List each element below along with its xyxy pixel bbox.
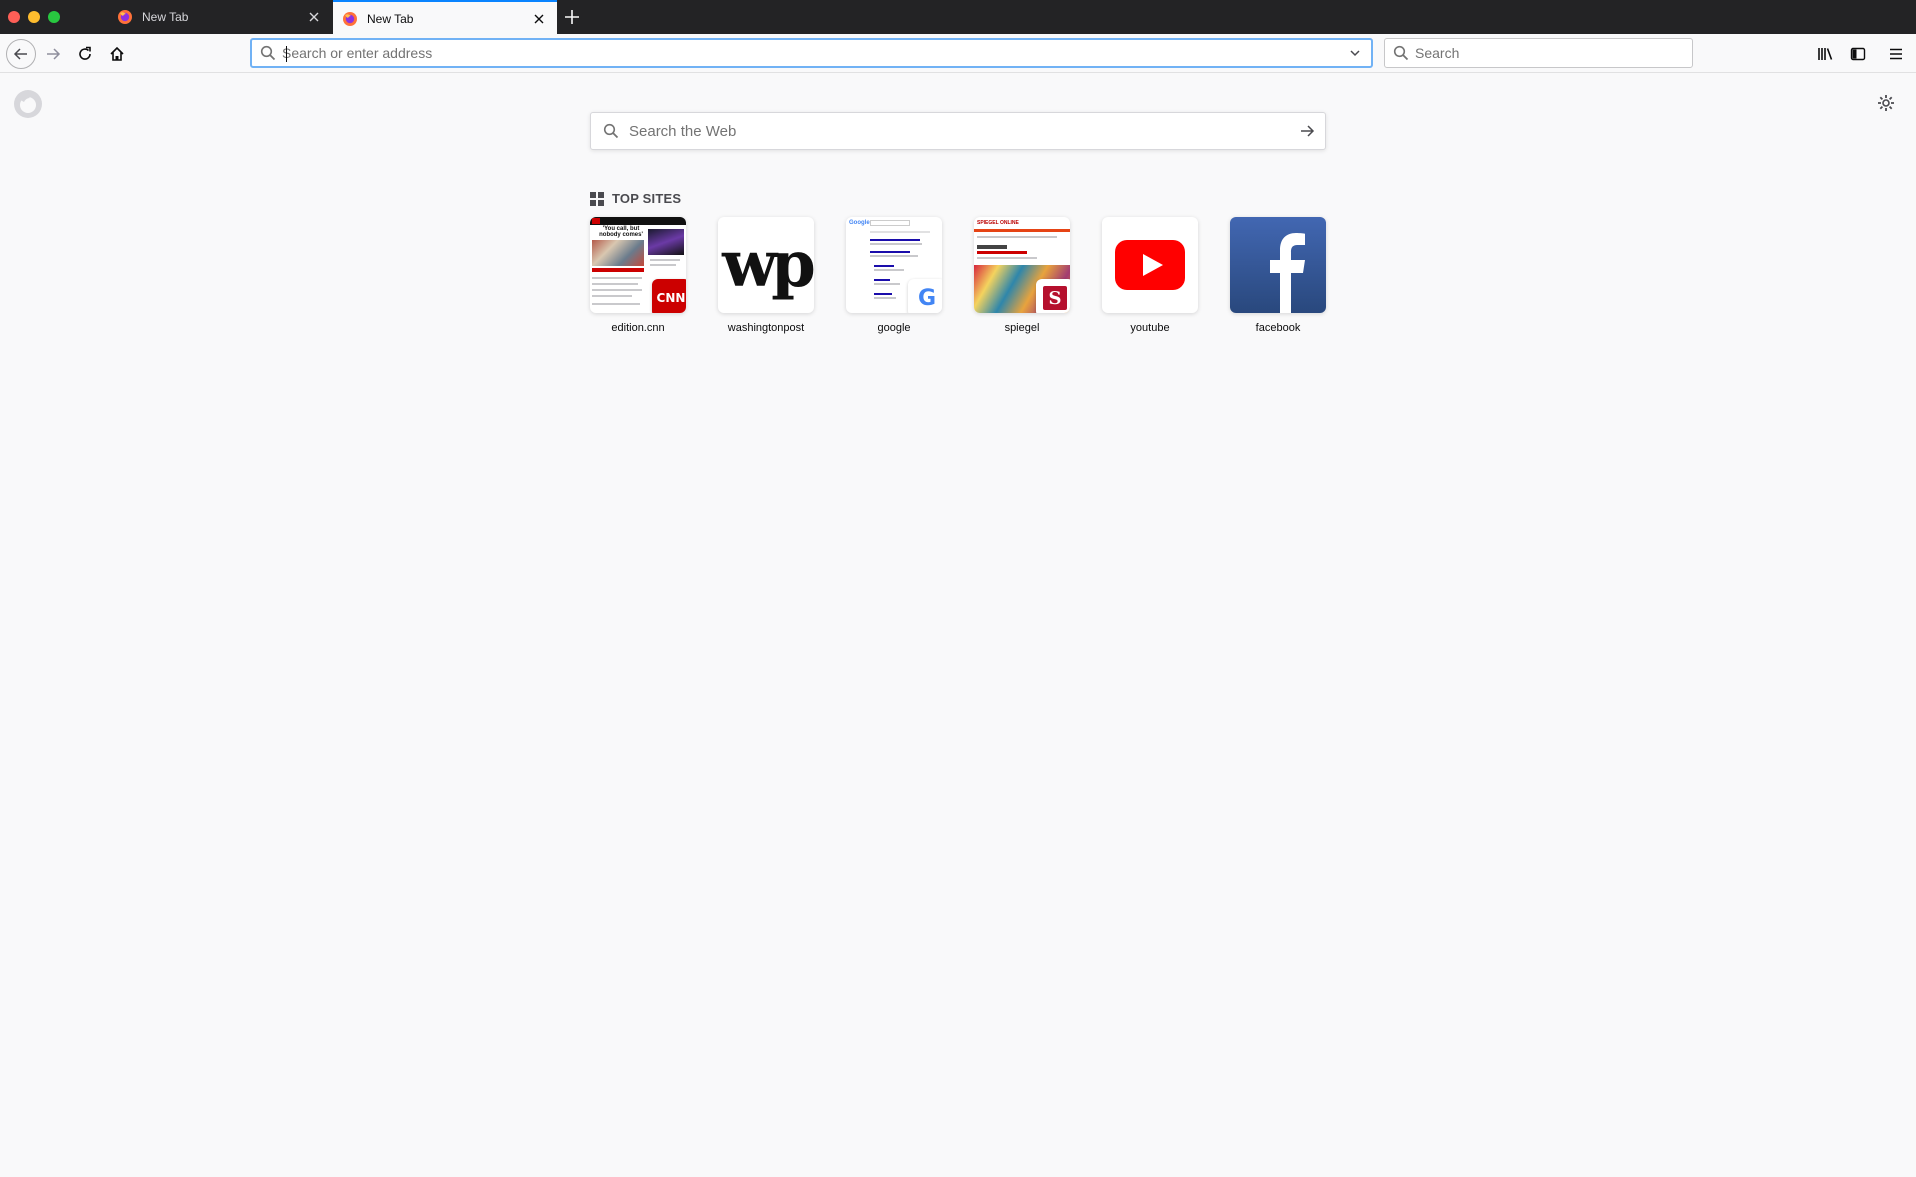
tab-bar: New Tab New Tab [0, 0, 1916, 35]
gear-icon [1878, 95, 1894, 111]
tab-active[interactable]: New Tab [333, 0, 557, 35]
new-tab-page: TOP SITES 'You call, but nobody comes' C… [0, 74, 1916, 1177]
forward-button[interactable] [40, 41, 66, 67]
youtube-thumbnail[interactable] [1102, 217, 1198, 313]
customize-button[interactable] [1876, 93, 1896, 113]
firefox-logo-icon [14, 90, 42, 118]
top-sites-title: TOP SITES [612, 191, 682, 206]
reload-icon [79, 46, 91, 60]
sidebar-icon [1850, 47, 1866, 61]
top-site-facebook[interactable]: facebook [1230, 217, 1326, 334]
back-button[interactable] [6, 39, 36, 69]
spiegel-masthead-text: SPIEGEL ONLINE [977, 220, 1019, 226]
url-input[interactable] [282, 45, 1343, 61]
top-site-spiegel[interactable]: SPIEGEL ONLINE S spiegel [974, 217, 1070, 334]
library-icon [1818, 48, 1833, 60]
top-site-youtube[interactable]: youtube [1102, 217, 1198, 334]
web-search-input[interactable] [629, 122, 1289, 140]
reload-button[interactable] [72, 41, 98, 67]
window-close-button[interactable] [8, 11, 20, 23]
top-site-label: youtube [1130, 322, 1170, 334]
search-bar[interactable] [1384, 38, 1693, 68]
top-site-label: google [877, 322, 911, 334]
window-maximize-button[interactable] [48, 11, 60, 23]
top-sites-heading: TOP SITES [590, 191, 681, 206]
arrow-right-icon [47, 48, 61, 60]
tab-title: New Tab [142, 10, 189, 24]
youtube-logo-icon [1115, 240, 1185, 290]
search-icon [1393, 45, 1409, 61]
tab-inactive[interactable]: New Tab [108, 0, 332, 34]
navigation-toolbar [0, 34, 1916, 73]
google-logo-icon: G [908, 279, 942, 313]
home-button[interactable] [104, 41, 130, 67]
home-icon [110, 46, 124, 61]
tab-title: New Tab [367, 11, 414, 26]
top-site-washingtonpost[interactable]: wp washingtonpost [718, 217, 814, 334]
google-thumbnail[interactable]: Google G [846, 217, 942, 313]
url-bar[interactable] [250, 38, 1373, 68]
search-icon [260, 45, 276, 61]
spiegel-badge-text: S [1043, 286, 1067, 310]
top-site-label: facebook [1255, 322, 1301, 334]
hamburger-icon [1890, 48, 1902, 60]
web-search-submit-button[interactable] [1289, 113, 1325, 149]
facebook-thumbnail[interactable] [1230, 217, 1326, 313]
spiegel-thumbnail[interactable]: SPIEGEL ONLINE S [974, 217, 1070, 313]
grid-icon [590, 191, 604, 206]
google-badge-text: G [917, 285, 937, 311]
menu-button[interactable] [1883, 41, 1909, 67]
library-button[interactable] [1813, 41, 1839, 67]
web-search-box[interactable] [590, 112, 1326, 150]
chevron-down-icon [1350, 50, 1360, 57]
top-site-label: edition.cnn [611, 322, 665, 334]
cnn-thumbnail[interactable]: 'You call, but nobody comes' CNN [590, 217, 686, 313]
spiegel-logo-icon: S [1036, 279, 1070, 313]
top-site-label: washingtonpost [727, 322, 805, 334]
google-logo-text: Google [849, 220, 870, 226]
close-icon[interactable] [306, 9, 322, 25]
new-tab-button[interactable] [561, 6, 583, 28]
window-minimize-button[interactable] [28, 11, 40, 23]
search-input[interactable] [1415, 45, 1692, 61]
arrow-left-icon [13, 48, 27, 60]
top-sites-list: 'You call, but nobody comes' CNN edition… [590, 217, 1326, 334]
wapo-logo-text: wp [722, 227, 814, 302]
firefox-icon [118, 10, 132, 24]
cnn-logo-icon: CNN [652, 279, 686, 313]
facebook-logo-icon [1270, 233, 1305, 313]
close-icon[interactable] [531, 11, 547, 27]
cnn-headline-text: 'You call, but nobody comes' [599, 226, 643, 238]
top-site-label: spiegel [1004, 322, 1040, 334]
arrow-right-icon [1301, 125, 1315, 137]
text-cursor [286, 46, 287, 62]
cnn-logo-text: CNN [656, 291, 686, 305]
top-site-google[interactable]: Google G google [846, 217, 942, 334]
firefox-icon [343, 11, 357, 26]
url-dropdown-button[interactable] [1343, 41, 1367, 65]
sidebar-button[interactable] [1845, 41, 1871, 67]
plus-icon [565, 10, 579, 24]
search-icon [603, 123, 619, 139]
washingtonpost-thumbnail[interactable]: wp [718, 217, 814, 313]
top-site-edition-cnn[interactable]: 'You call, but nobody comes' CNN edition… [590, 217, 686, 334]
